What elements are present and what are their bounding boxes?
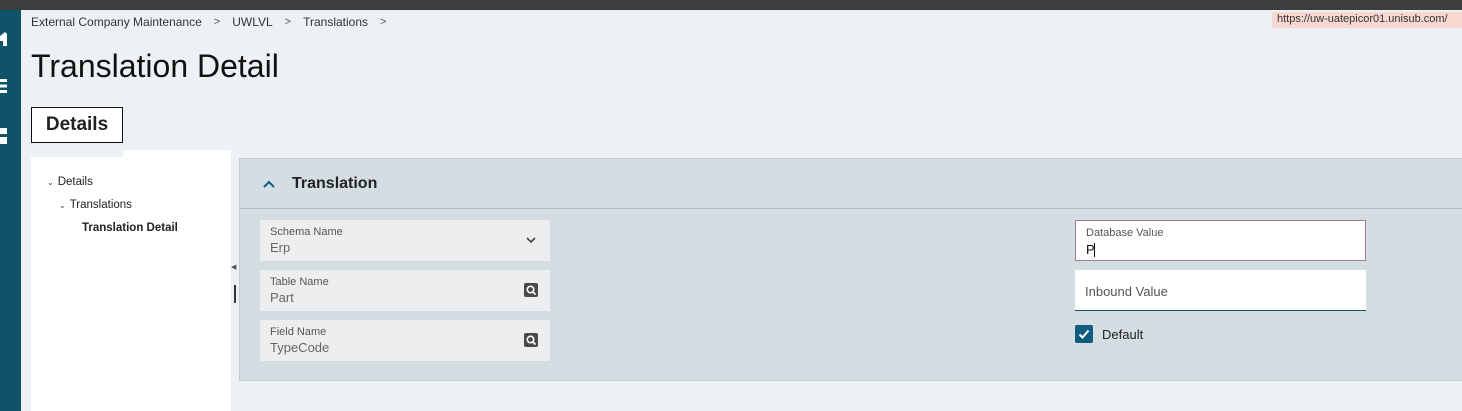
field-label: Schema Name	[270, 226, 343, 238]
breadcrumb-item[interactable]: UWLVL	[232, 15, 272, 29]
breadcrumb-item[interactable]: Translations	[303, 15, 368, 29]
tree-item-label: Translation Detail	[82, 222, 178, 234]
search-lookup-icon[interactable]	[524, 283, 538, 297]
field-placeholder: Inbound Value	[1085, 284, 1168, 299]
inbound-value-input[interactable]: Inbound Value	[1075, 270, 1366, 311]
checkmark-icon	[1078, 329, 1090, 339]
chevron-down-icon[interactable]	[524, 233, 538, 247]
collapse-tree-icon[interactable]: ◀	[231, 263, 236, 271]
tree-item-label: Translations	[69, 199, 132, 211]
tree-notch	[123, 150, 231, 158]
breadcrumb-separator: >	[284, 16, 292, 28]
navigation-tree	[31, 157, 231, 411]
field-label: Table Name	[270, 276, 329, 288]
breadcrumb: External Company Maintenance > UWLVL > T…	[31, 15, 398, 29]
translation-panel: Translation Schema Name Erp Table Name P…	[239, 158, 1462, 381]
default-checkbox[interactable]: Default	[1075, 325, 1143, 343]
field-value: TypeCode	[270, 340, 330, 355]
browser-top-bar	[0, 0, 1462, 10]
tree-item-translation-detail[interactable]: Translation Detail	[82, 222, 178, 234]
url-badge: https://uw-uatepicor01.unisub.com/	[1272, 12, 1462, 28]
tree-item-label: Details	[57, 176, 93, 188]
page-title: Translation Detail	[31, 48, 279, 84]
panel-splitter[interactable]	[234, 285, 236, 303]
field-value: Part	[270, 290, 294, 305]
field-label: Field Name	[270, 326, 327, 338]
database-value-input[interactable]: Database Value P	[1075, 220, 1366, 261]
panel-title: Translation	[292, 174, 378, 192]
tree-item-translations[interactable]: ⌄ Translations	[59, 199, 132, 211]
grid-icon[interactable]	[0, 128, 7, 144]
table-name-field[interactable]: Table Name Part	[260, 270, 550, 311]
checkbox-checked[interactable]	[1075, 325, 1093, 343]
side-rail	[0, 10, 21, 411]
panel-header[interactable]: Translation	[240, 159, 1462, 209]
tab-details[interactable]: Details	[31, 107, 123, 143]
field-value: Erp	[270, 240, 291, 255]
breadcrumb-separator: >	[213, 16, 221, 28]
checkbox-label: Default	[1102, 326, 1144, 342]
breadcrumb-separator: >	[380, 16, 387, 28]
field-label: Database Value	[1086, 227, 1164, 239]
tree-item-details[interactable]: ⌄ Details	[47, 176, 93, 188]
chevron-down-icon: ⌄	[47, 177, 54, 187]
chevron-down-icon: ⌄	[59, 200, 66, 210]
menu-icon[interactable]	[0, 78, 7, 94]
text-caret	[1094, 243, 1095, 257]
schema-name-dropdown[interactable]: Schema Name Erp	[260, 220, 550, 261]
chevron-up-icon[interactable]	[262, 177, 276, 191]
field-name-field[interactable]: Field Name TypeCode	[260, 320, 550, 361]
search-lookup-icon[interactable]	[524, 333, 538, 347]
home-icon[interactable]	[0, 32, 7, 46]
breadcrumb-item[interactable]: External Company Maintenance	[31, 15, 202, 29]
